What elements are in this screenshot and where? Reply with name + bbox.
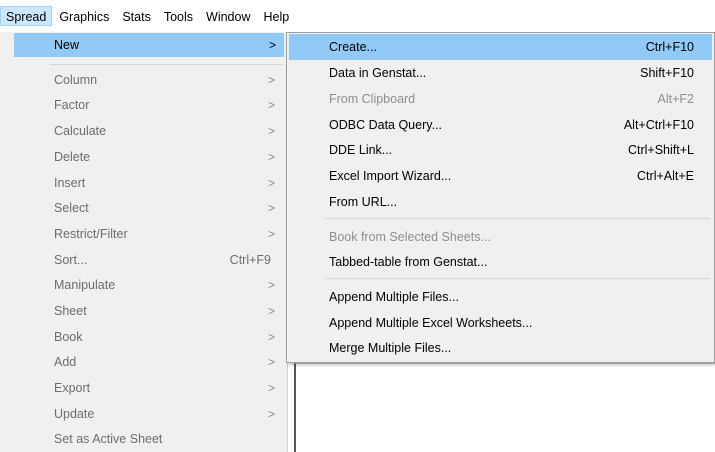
submenu-item-label: ODBC Data Query... [329,118,442,132]
chevron-right-icon: > [267,98,275,112]
chevron-right-icon: > [267,407,275,421]
menu-item-insert[interactable]: Insert > [0,171,287,195]
menu-item-new[interactable]: New > [14,33,284,57]
menu-item-label: Delete [54,150,91,164]
menu-item-label: New [54,38,80,52]
submenu-item-merge-multiple-files[interactable]: Merge Multiple Files... [289,335,712,361]
submenu-item-odbc-data-query[interactable]: ODBC Data Query... Alt+Ctrl+F10 [289,112,712,138]
menu-spread[interactable]: Spread [0,6,53,26]
submenu-item-label: Excel Import Wizard... [329,169,452,183]
menu-item-sort[interactable]: Sort... Ctrl+F9 [0,248,287,272]
menu-item-label: Set as Active Sheet [54,432,163,446]
submenu-item-label: Merge Multiple Files... [329,341,452,355]
submenu-item-label: From URL... [329,195,398,209]
menu-item-restrict-filter[interactable]: Restrict/Filter > [0,222,287,246]
submenu-item-label: Append Multiple Files... [329,290,459,304]
chevron-right-icon: > [267,355,275,369]
menu-item-manipulate[interactable]: Manipulate > [0,273,287,297]
submenu-item-label: DDE Link... [329,143,393,157]
menu-item-label: Update [54,407,95,421]
submenu-item-shortcut: Ctrl+F10 [645,40,694,54]
submenu-item-label: Tabbed-table from Genstat... [329,255,488,269]
submenu-item-label: Append Multiple Excel Worksheets... [329,316,533,330]
menu-item-label: Insert [54,176,86,190]
menu-item-add[interactable]: Add > [0,350,287,374]
menu-bar: Spread Graphics Stats Tools Window Help [0,0,715,32]
submenu-item-book-from-selected-sheets[interactable]: Book from Selected Sheets... [289,224,712,250]
submenu-item-excel-import-wizard[interactable]: Excel Import Wizard... Ctrl+Alt+E [289,163,712,189]
chevron-right-icon: > [267,330,275,344]
menu-item-label: Factor [54,98,90,112]
spreadsheet-area [294,363,715,452]
new-submenu: Create... Ctrl+F10 Data in Genstat... Sh… [286,32,715,363]
menu-item-label: Sort... [54,253,88,267]
submenu-item-shortcut: Ctrl+Shift+L [627,143,694,157]
submenu-item-from-url[interactable]: From URL... [289,189,712,215]
menu-item-export[interactable]: Export > [0,376,287,400]
submenu-item-shortcut: Alt+Ctrl+F10 [623,118,694,132]
menu-separator [50,64,283,65]
menu-item-select[interactable]: Select > [0,196,287,220]
chevron-right-icon: > [267,381,275,395]
menu-item-book[interactable]: Book > [0,325,287,349]
submenu-item-create[interactable]: Create... Ctrl+F10 [289,34,712,60]
menu-item-set-as-active-sheet[interactable]: Set as Active Sheet [0,427,287,451]
chevron-right-icon: > [267,304,275,318]
submenu-item-shortcut: Alt+F2 [657,92,694,106]
menu-item-calculate[interactable]: Calculate > [0,119,287,143]
menu-tools[interactable]: Tools [158,6,199,26]
submenu-item-append-multiple-files[interactable]: Append Multiple Files... [289,284,712,310]
menu-window[interactable]: Window [200,6,256,26]
menu-item-label: Add [54,355,77,369]
submenu-item-dde-link[interactable]: DDE Link... Ctrl+Shift+L [289,137,712,163]
submenu-item-data-in-genstat[interactable]: Data in Genstat... Shift+F10 [289,60,712,86]
submenu-item-append-multiple-excel-worksheets[interactable]: Append Multiple Excel Worksheets... [289,310,712,336]
menu-item-label: Select [54,201,89,215]
chevron-right-icon: > [267,124,275,138]
chevron-right-icon: > [267,73,275,87]
menu-item-shortcut: Ctrl+F9 [229,253,271,267]
submenu-item-label: Create... [329,40,377,54]
menu-item-label: Export [54,381,91,395]
chevron-right-icon: > [268,38,276,52]
menu-item-column[interactable]: Column > [0,68,287,92]
application-window: Spread Graphics Stats Tools Window Help … [0,0,715,452]
chevron-right-icon: > [267,150,275,164]
submenu-item-label: Book from Selected Sheets... [329,230,491,244]
menu-item-label: Restrict/Filter [54,227,128,241]
chevron-right-icon: > [267,176,275,190]
menu-help[interactable]: Help [258,6,296,26]
menu-item-update[interactable]: Update > [0,402,287,426]
menu-stats[interactable]: Stats [116,6,157,26]
menu-item-sheet[interactable]: Sheet > [0,299,287,323]
menu-item-delete[interactable]: Delete > [0,145,287,169]
submenu-item-from-clipboard[interactable]: From Clipboard Alt+F2 [289,86,712,112]
submenu-separator [325,218,710,219]
menu-item-label: Book [54,330,83,344]
submenu-item-shortcut: Shift+F10 [640,66,694,80]
submenu-item-shortcut: Ctrl+Alt+E [637,169,694,183]
submenu-separator [325,278,710,279]
submenu-item-label: From Clipboard [329,92,416,106]
submenu-item-tabbed-table-from-genstat[interactable]: Tabbed-table from Genstat... [289,249,712,275]
menu-item-label: Manipulate [54,278,116,292]
menu-item-factor[interactable]: Factor > [0,93,287,117]
menu-graphics[interactable]: Graphics [53,6,115,26]
menu-item-label: Column [54,73,98,87]
chevron-right-icon: > [267,278,275,292]
spread-dropdown-menu: New > Column > Factor > Calculate > Dele… [0,32,288,452]
submenu-item-label: Data in Genstat... [329,66,427,80]
menu-item-label: Calculate [54,124,107,138]
menu-item-label: Sheet [54,304,87,318]
chevron-right-icon: > [267,227,275,241]
chevron-right-icon: > [267,201,275,215]
